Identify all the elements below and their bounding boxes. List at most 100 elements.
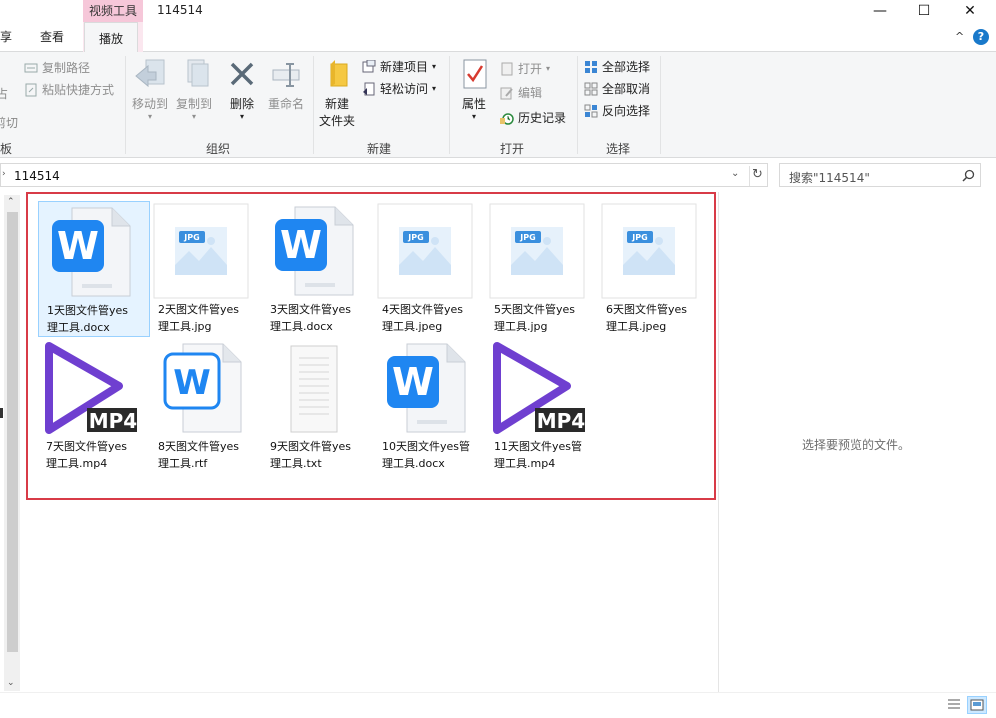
paste-partial[interactable]: 占 bbox=[0, 85, 8, 102]
context-tab-video-tools: 视频工具 bbox=[83, 0, 143, 22]
file-name-line: 理工具.rtf bbox=[158, 457, 208, 470]
svg-text:JPG: JPG bbox=[519, 233, 535, 242]
file-item[interactable]: MP4 11天图文件yes管 理工具.mp4 bbox=[486, 338, 598, 474]
minimize-button[interactable]: — bbox=[857, 0, 903, 22]
edit-button[interactable]: 编辑 bbox=[500, 84, 542, 101]
delete-x-icon bbox=[230, 62, 254, 86]
file-name: 11天图文件yes管 理工具.mp4 bbox=[494, 438, 598, 472]
search-input[interactable]: 搜索"114514" bbox=[779, 163, 981, 187]
rename-button[interactable]: 重命名 bbox=[266, 58, 306, 112]
svg-text:MP4: MP4 bbox=[89, 409, 137, 433]
file-name: 10天图文件yes管 理工具.docx bbox=[382, 438, 486, 472]
file-name-line: 理工具.jpeg bbox=[606, 320, 667, 333]
file-name: 7天图文件管yes 理工具.mp4 bbox=[46, 438, 150, 472]
file-name-line: 6天图文件管yes bbox=[606, 303, 688, 316]
file-name: 6天图文件管yes 理工具.jpeg bbox=[606, 301, 710, 335]
file-name-line: 9天图文件管yes bbox=[270, 440, 352, 453]
svg-text:JPG: JPG bbox=[407, 233, 423, 242]
txt-file-icon bbox=[265, 340, 361, 436]
move-to-button[interactable]: 移动到 ▾ bbox=[130, 58, 170, 121]
easy-access-button[interactable]: 轻松访问 ▾ bbox=[362, 80, 436, 97]
file-name-line: 理工具.jpg bbox=[158, 320, 212, 333]
jpg-file-icon: JPG bbox=[601, 203, 697, 299]
chevron-down-icon[interactable]: ⌄ bbox=[731, 168, 739, 179]
history-button[interactable]: 历史记录 bbox=[500, 109, 566, 126]
open-icon bbox=[500, 62, 514, 76]
refresh-icon[interactable]: ↻ bbox=[752, 167, 763, 182]
select-all-icon bbox=[584, 60, 598, 74]
copy-path-icon bbox=[24, 61, 38, 75]
ribbon-tabs: 享 查看 播放 ^ ? bbox=[0, 22, 996, 53]
group-divider bbox=[125, 56, 126, 154]
history-icon bbox=[500, 111, 514, 125]
scrollbar-thumb[interactable] bbox=[7, 212, 18, 652]
title-bar: 视频工具 114514 — ☐ ✕ bbox=[0, 0, 996, 22]
file-item[interactable]: W 8天图文件管yes 理工具.rtf bbox=[150, 338, 262, 474]
close-button[interactable]: ✕ bbox=[947, 0, 993, 22]
tab-view[interactable]: 查看 bbox=[40, 28, 64, 45]
copy-path-button[interactable]: 复制路径 bbox=[24, 59, 90, 76]
svg-text:MP4: MP4 bbox=[537, 409, 585, 433]
copy-to-button[interactable]: 复制到 ▾ bbox=[174, 58, 214, 121]
file-name-line: 5天图文件管yes bbox=[494, 303, 576, 316]
properties-icon bbox=[463, 59, 487, 89]
file-name-line: 理工具.jpeg bbox=[382, 320, 443, 333]
file-item[interactable]: JPG 6天图文件管yes 理工具.jpeg bbox=[598, 201, 710, 337]
file-item[interactable]: W 3天图文件管yes 理工具.docx bbox=[262, 201, 374, 337]
large-icons-view-button[interactable] bbox=[967, 696, 987, 714]
organize-group-label: 组织 bbox=[206, 142, 231, 156]
breadcrumb-path[interactable]: 114514 bbox=[14, 169, 60, 183]
svg-text:JPG: JPG bbox=[183, 233, 199, 242]
search-icon[interactable] bbox=[962, 169, 975, 182]
select-all-button[interactable]: 全部选择 bbox=[584, 58, 650, 75]
rtf-file-icon: W bbox=[153, 340, 249, 436]
invert-selection-icon bbox=[584, 104, 598, 118]
file-item[interactable]: JPG 5天图文件管yes 理工具.jpg bbox=[486, 201, 598, 337]
file-item[interactable]: W 1天图文件管yes 理工具.docx bbox=[38, 201, 150, 337]
properties-button[interactable]: 属性 ▾ bbox=[456, 58, 492, 121]
divider bbox=[749, 166, 750, 186]
tab-share[interactable]: 享 bbox=[0, 28, 12, 45]
file-item[interactable]: JPG 4天图文件管yes 理工具.jpeg bbox=[374, 201, 486, 337]
file-item[interactable]: MP4 7天图文件管yes 理工具.mp4 bbox=[38, 338, 150, 474]
new-item-button[interactable]: 新建项目 ▾ bbox=[362, 58, 436, 75]
word-letter: W bbox=[57, 224, 99, 268]
preview-divider[interactable] bbox=[718, 192, 719, 692]
word-file-icon: W bbox=[265, 203, 361, 299]
select-none-button[interactable]: 全部取消 bbox=[584, 80, 650, 97]
rename-icon bbox=[272, 63, 300, 87]
svg-text:W: W bbox=[173, 363, 211, 403]
file-name-line: 7天图文件管yes bbox=[46, 440, 128, 453]
jpg-file-icon: JPG bbox=[489, 203, 585, 299]
new-folder-button[interactable]: 新建 文件夹 bbox=[317, 58, 357, 129]
word-file-icon: W bbox=[42, 204, 138, 300]
cut-partial[interactable]: 剪切 bbox=[0, 114, 18, 131]
open-button[interactable]: 打开 ▾ bbox=[500, 60, 550, 77]
file-name-line: 3天图文件管yes bbox=[270, 303, 352, 316]
group-divider bbox=[660, 56, 661, 154]
word-letter: W bbox=[280, 223, 322, 267]
details-view-button[interactable] bbox=[945, 696, 965, 714]
dropdown-arrow-icon: ▾ bbox=[432, 84, 437, 93]
file-item[interactable]: W 10天图文件yes管 理工具.docx bbox=[374, 338, 486, 474]
scroll-down-icon[interactable]: ⌄ bbox=[7, 678, 15, 688]
move-to-icon bbox=[135, 59, 165, 88]
tab-play[interactable]: 播放 bbox=[84, 22, 139, 53]
file-name: 4天图文件管yes 理工具.jpeg bbox=[382, 301, 486, 335]
scroll-up-icon[interactable]: ⌃ bbox=[7, 197, 15, 207]
maximize-button[interactable]: ☐ bbox=[901, 0, 947, 22]
help-icon[interactable]: ? bbox=[973, 29, 989, 45]
ribbon-collapse-icon[interactable]: ^ bbox=[955, 30, 964, 43]
dropdown-arrow-icon: ▾ bbox=[546, 64, 551, 73]
jpg-file-icon: JPG bbox=[153, 203, 249, 299]
file-name-line: 理工具.mp4 bbox=[46, 457, 108, 470]
file-item[interactable]: JPG 2天图文件管yes 理工具.jpg bbox=[150, 201, 262, 337]
invert-selection-button[interactable]: 反向选择 bbox=[584, 102, 650, 119]
paste-shortcut-button[interactable]: 粘贴快捷方式 bbox=[24, 81, 114, 98]
edit-icon bbox=[500, 86, 514, 100]
file-name-line: 10天图文件yes管 bbox=[382, 440, 471, 453]
delete-button[interactable]: 删除 ▾ bbox=[226, 58, 258, 121]
address-input[interactable]: › 114514 ⌄ ↻ bbox=[0, 163, 768, 187]
file-item[interactable]: 9天图文件管yes 理工具.txt bbox=[262, 338, 374, 474]
select-group-label: 选择 bbox=[606, 142, 631, 156]
